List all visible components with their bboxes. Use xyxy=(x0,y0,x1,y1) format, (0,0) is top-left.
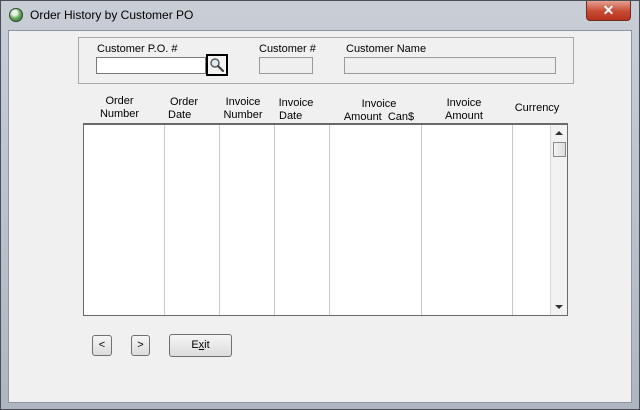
previous-button[interactable]: < xyxy=(92,335,112,356)
magnifier-icon xyxy=(210,58,225,73)
customer-number-field xyxy=(259,57,313,74)
client-area: Customer P.O. # Customer # Customer Name… xyxy=(8,30,632,403)
col-header-invoice-amount[interactable]: Invoice Amount xyxy=(439,97,489,123)
col-header-invoice-date[interactable]: Invoice Date xyxy=(275,97,317,123)
col-header-order-date[interactable]: Order Date xyxy=(164,96,204,122)
exit-button[interactable]: Exit xyxy=(169,334,232,357)
close-button[interactable]: ✕ xyxy=(586,1,631,21)
exit-label-end: it xyxy=(204,339,210,351)
title-bar[interactable]: Order History by Customer PO ✕ xyxy=(1,1,639,29)
col-header-invoice-amount-cad[interactable]: Invoice Amount Can$ xyxy=(339,98,419,124)
po-search-button[interactable] xyxy=(206,54,228,76)
window-title: Order History by Customer PO xyxy=(30,8,194,22)
order-history-window: Order History by Customer PO ✕ Customer … xyxy=(0,0,640,410)
next-button[interactable]: > xyxy=(131,335,150,356)
customer-name-field xyxy=(344,57,556,74)
scroll-thumb[interactable] xyxy=(553,142,566,157)
scroll-down-arrow-icon[interactable] xyxy=(555,305,563,309)
po-input[interactable] xyxy=(96,57,206,74)
col-header-line1: Invoice xyxy=(278,97,314,109)
col-header-line2: Amount xyxy=(445,110,483,122)
col-header-invoice-number[interactable]: Invoice Number xyxy=(221,96,265,122)
col-header-line1: Invoice xyxy=(361,98,397,110)
order-history-grid[interactable] xyxy=(83,123,568,316)
col-header-currency[interactable]: Currency xyxy=(511,102,563,115)
col-header-line2: Currency xyxy=(514,102,560,114)
col-header-order-number[interactable]: Order Number xyxy=(97,95,142,121)
exit-label-start: E xyxy=(191,339,199,351)
grid-column xyxy=(330,125,422,315)
col-header-line1: Order xyxy=(105,95,134,107)
col-header-line2: Number xyxy=(223,109,263,121)
grid-column xyxy=(84,125,165,315)
col-header-line1: Invoice xyxy=(225,96,261,108)
grid-vertical-scrollbar[interactable] xyxy=(550,125,567,315)
grid-column xyxy=(275,125,330,315)
col-header-line1: Order xyxy=(169,96,199,108)
customer-number-label: Customer # xyxy=(259,43,316,55)
col-header-line2: Date xyxy=(168,109,192,121)
app-globe-icon xyxy=(9,8,23,22)
grid-column xyxy=(422,125,513,315)
grid-column xyxy=(165,125,220,315)
col-header-line2: Date xyxy=(279,110,303,122)
customer-name-label: Customer Name xyxy=(346,43,427,55)
scroll-up-arrow-icon[interactable] xyxy=(555,131,563,135)
col-header-line2: Number xyxy=(99,108,140,120)
search-group: Customer P.O. # Customer # Customer Name xyxy=(78,37,574,84)
po-label: Customer P.O. # xyxy=(97,43,178,55)
grid-column xyxy=(220,125,275,315)
col-header-line1: Invoice xyxy=(446,97,482,109)
